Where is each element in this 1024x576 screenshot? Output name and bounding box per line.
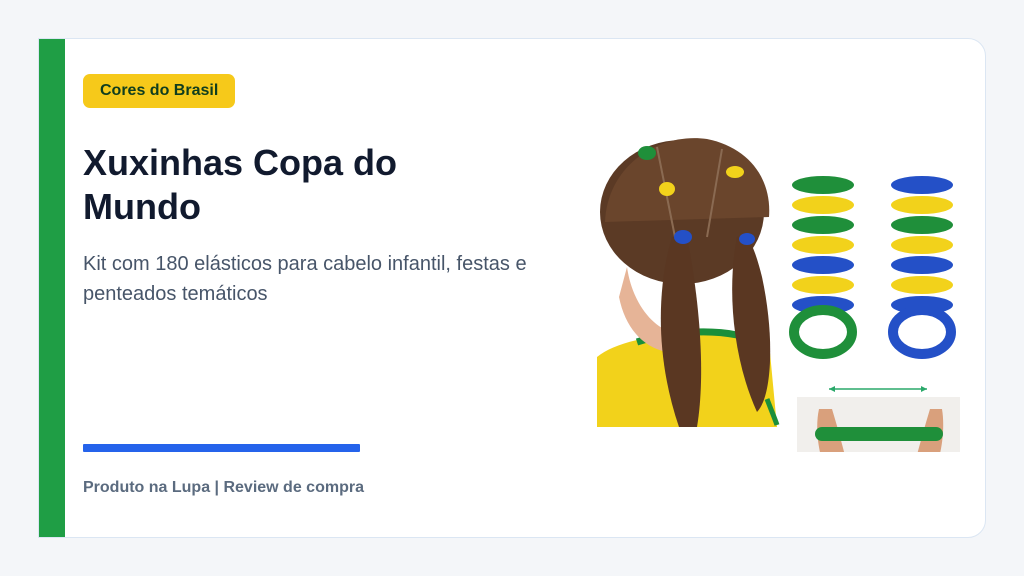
green-accent-bar (39, 39, 65, 537)
product-card: Cores do Brasil Xuxinhas Copa do Mundo K… (38, 38, 986, 538)
girl-with-pigtails-photo (597, 127, 780, 432)
page-title: Xuxinhas Copa do Mundo (83, 142, 398, 227)
product-photo (597, 127, 960, 452)
hair-ties-stack-left (789, 176, 857, 359)
footer-source-label: Produto na Lupa | Review de compra (83, 479, 364, 496)
blue-divider (83, 444, 360, 452)
hair-ties-stack-right (888, 176, 956, 359)
product-description: Kit com 180 elásticos para cabelo infant… (83, 253, 527, 305)
stretch-demo-photo (797, 386, 960, 452)
category-badge: Cores do Brasil (83, 74, 236, 108)
